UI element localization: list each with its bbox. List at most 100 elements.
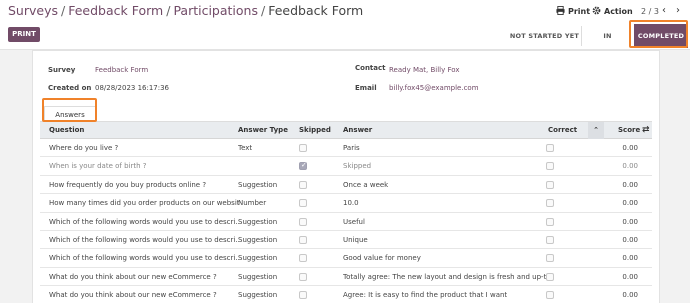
breadcrumb-surveys[interactable]: Surveys [8,3,58,18]
status-not-started[interactable]: NOT STARTED YET [508,24,581,48]
skipped-checkbox[interactable] [299,291,307,300]
action-label: Action [604,7,633,16]
cell-question: When is your date of birth ? [49,162,147,171]
contact-label: Contact [355,64,386,72]
cell-answer-type: Suggestion [238,180,278,189]
skipped-checkbox[interactable] [299,217,307,226]
breadcrumb-feedback-form[interactable]: Feedback Form [68,3,163,18]
cell-answer: Good value for money [343,254,421,263]
table-row[interactable]: Which of the following words would you u… [40,230,652,250]
cell-score: 0.00 [622,235,638,244]
action-menu-button[interactable]: Action [592,6,633,17]
correct-checkbox[interactable] [546,144,554,152]
cell-answer-type: Suggestion [238,217,278,226]
cell-answer-type: Text [238,144,253,152]
tab-answers[interactable]: Answers [44,106,96,122]
cell-answer-type: Suggestion [238,291,278,300]
status-completed[interactable]: COMPLETED [634,24,688,48]
skipped-checkbox[interactable] [299,272,307,281]
header-answer[interactable]: Answer [343,122,547,139]
cell-answer-type: Suggestion [238,235,278,244]
breadcrumb-separator: / [61,3,66,18]
table-row[interactable]: What do you think about our new eCommerc… [40,286,652,303]
cell-question: Which of the following words would you u… [49,217,239,226]
table-row[interactable]: Which of the following words would you u… [40,212,652,231]
table-row[interactable]: When is your date of birth ? Skipped 0.00 [40,157,652,176]
cell-question: What do you think about our new eCommerc… [49,272,217,281]
skipped-checkbox[interactable] [299,199,307,208]
correct-checkbox[interactable] [546,254,554,263]
header-skipped[interactable]: Skipped [299,122,331,139]
cell-answer-type: Suggestion [238,272,278,281]
cell-score: 0.00 [622,217,638,226]
cell-answer: Totally agree: The new layout and design… [343,272,547,281]
top-bar: Surveys / Feedback Form / Participations / Fee… [0,0,690,24]
cell-question: How many times did you order products on… [49,199,239,208]
email-label: Email [355,84,377,92]
top-print-label: Print [568,7,591,16]
cell-answer: 10.0 [343,199,359,208]
correct-checkbox[interactable] [546,217,554,226]
table-row[interactable]: Which of the following words would you u… [40,249,652,268]
header-answer-type[interactable]: Answer Type [238,122,298,139]
correct-checkbox[interactable] [546,235,554,244]
cell-question: Where do you live ? [49,144,119,152]
skipped-checkbox[interactable] [299,161,307,171]
correct-checkbox[interactable] [546,291,554,300]
table-row[interactable]: How many times did you order products on… [40,194,652,213]
cell-answer: Useful [343,217,365,226]
control-bar: PRINT NOT STARTED YET IN PROGRESS COMPLE… [0,24,690,64]
breadcrumb: Surveys / Feedback Form / Participations / Fee… [8,3,363,18]
skipped-checkbox[interactable] [299,144,307,152]
print-icon [556,6,565,17]
chevron-left-icon[interactable]: ‹ [662,5,666,16]
cell-score: 0.00 [622,180,638,189]
status-in-progress[interactable]: IN PROGRESS [582,24,633,64]
sort-icon[interactable]: ⌃ [588,122,604,139]
created-on-label: Created on [48,84,92,92]
contact-value[interactable]: Ready Mat, Billy Fox [389,66,459,74]
cell-score: 0.00 [622,144,638,152]
table-row[interactable]: How frequently do you buy products onlin… [40,175,652,195]
cell-question: How frequently do you buy products onlin… [49,180,207,189]
correct-checkbox[interactable] [546,199,554,208]
breadcrumb-separator: / [260,3,266,18]
pager-value[interactable]: 2 / 3 [641,7,659,16]
cell-score: 0.00 [622,254,638,263]
header-score[interactable]: Score [618,122,640,139]
breadcrumb-current: Feedback Form [268,3,364,18]
columns-toggle-icon[interactable]: ⇄ [642,122,650,139]
survey-label: Survey [48,66,76,74]
correct-checkbox[interactable] [546,272,554,281]
table-row[interactable]: What do you think about our new eCommerc… [40,267,652,287]
header-correct[interactable]: Correct [548,122,577,139]
skipped-checkbox[interactable] [299,180,307,189]
chevron-right-icon[interactable]: › [676,5,680,16]
cell-answer-type: Suggestion [238,254,278,263]
cell-score: 0.00 [622,272,638,281]
cell-answer: Once a week [343,180,389,189]
cell-question: What do you think about our new eCommerc… [49,291,217,300]
skipped-checkbox[interactable] [299,235,307,244]
created-on-value: 08/28/2023 16:17:36 [95,84,170,92]
correct-checkbox[interactable] [546,180,554,189]
email-value[interactable]: billy.fox45@example.com [389,84,479,92]
cell-score: 0.00 [622,199,638,208]
skipped-checkbox[interactable] [299,254,307,263]
survey-value[interactable]: Feedback Form [95,66,148,74]
cell-answer-type: Number [238,199,267,208]
cell-answer: Agree: It is easy to find the product th… [343,291,508,300]
print-button[interactable]: PRINT [8,27,40,42]
answers-table: Question Answer Type Skipped Answer Corr… [40,122,652,303]
breadcrumb-participations[interactable]: Participations [173,3,258,18]
cell-question: Which of the following words would you u… [49,254,239,263]
correct-checkbox[interactable] [546,162,554,171]
cell-answer: Paris [343,144,360,152]
header-question[interactable]: Question [49,122,239,139]
table-header: Question Answer Type Skipped Answer Corr… [40,122,652,139]
table-row[interactable]: Where do you live ? Text Paris 0.00 [40,139,652,158]
cell-score: 0.00 [622,291,638,300]
cell-answer: Unique [343,235,368,244]
table-body: Where do you live ? Text Paris 0.00 When is … [40,139,652,303]
top-print-button[interactable]: Print [556,6,590,17]
